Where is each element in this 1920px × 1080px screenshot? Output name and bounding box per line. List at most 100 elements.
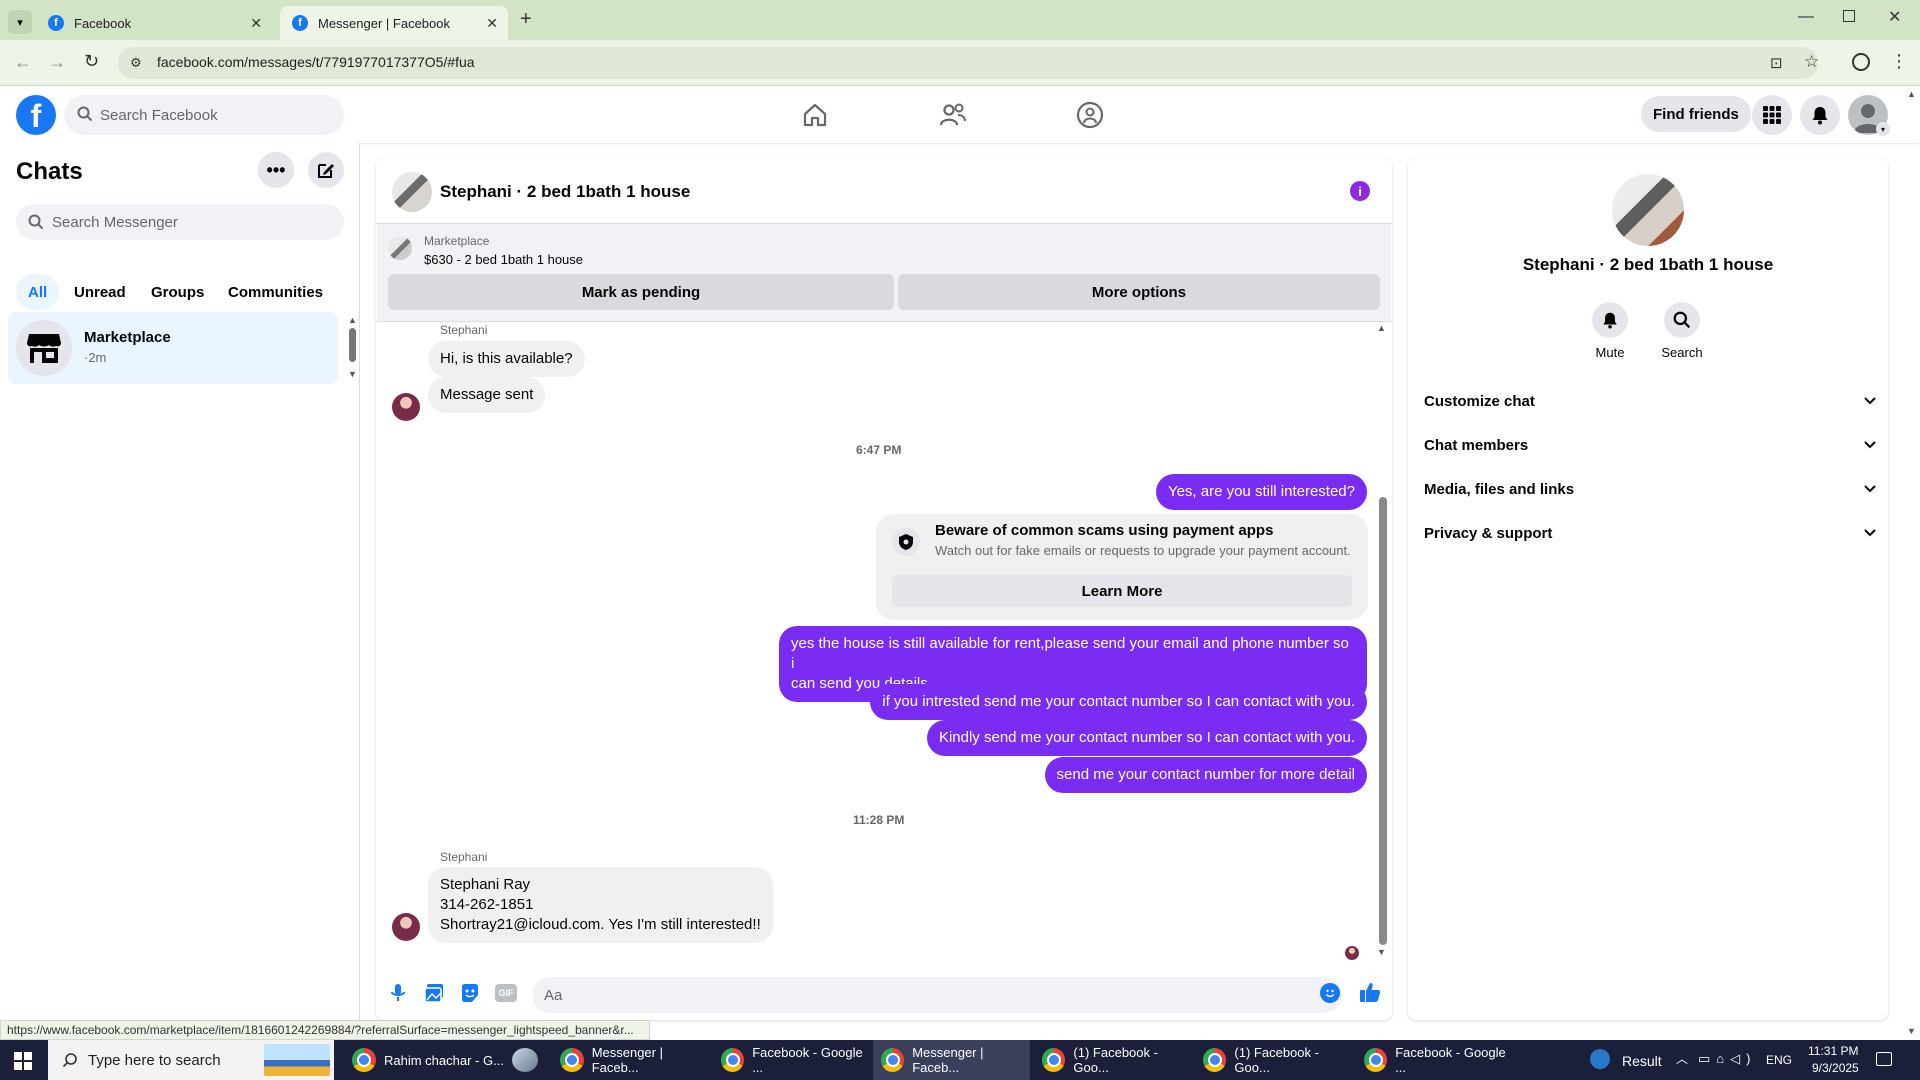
taskbar-item[interactable]: (1) Facebook - Goo...: [1034, 1040, 1194, 1080]
chevron-down-icon: [1864, 485, 1876, 493]
chevron-down-icon: [1864, 529, 1876, 537]
tray-icons[interactable]: ▭⌂◁): [1698, 1051, 1756, 1067]
conversation-name: Marketplace: [84, 329, 171, 346]
find-friends-button[interactable]: Find friends: [1641, 96, 1751, 132]
url-text: facebook.com/messages/t/7791977017377O5/…: [157, 54, 475, 70]
banner-source: Marketplace: [424, 234, 490, 248]
chrome-icon: [1203, 1048, 1227, 1072]
clock-date[interactable]: 9/3/2025: [1812, 1061, 1859, 1075]
language-indicator[interactable]: ENG: [1766, 1053, 1792, 1067]
filter-communities[interactable]: Communities: [216, 274, 335, 310]
media-files-links-section[interactable]: Media, files and links: [1424, 471, 1876, 507]
close-tab-icon[interactable]: ✕: [486, 15, 498, 32]
chat-members-section[interactable]: Chat members: [1424, 427, 1876, 463]
mark-as-pending-button[interactable]: Mark as pending: [388, 274, 894, 310]
chat-scrollbar-thumb[interactable]: [1379, 497, 1387, 945]
browser-menu-icon[interactable]: ⋮: [1890, 51, 1908, 72]
taskbar-item[interactable]: Facebook - Google ...: [1356, 1040, 1516, 1080]
like-thumbs-up-icon[interactable]: [1359, 981, 1381, 1003]
privacy-support-section[interactable]: Privacy & support: [1424, 515, 1876, 551]
more-options-button[interactable]: More options: [898, 274, 1380, 310]
facebook-search-input[interactable]: Search Facebook: [64, 95, 344, 135]
filter-groups[interactable]: Groups: [139, 274, 216, 310]
site-info-icon[interactable]: ⚙: [130, 55, 142, 71]
tray-chevron-icon[interactable]: ︿: [1676, 1050, 1688, 1067]
taskbar-item[interactable]: Facebook - Google ...: [713, 1040, 873, 1080]
city-skyline-icon: [264, 1044, 330, 1076]
message-bubble-outgoing[interactable]: Yes, are you still interested?: [1155, 474, 1367, 510]
sidebar-scroll-up-icon[interactable]: ▲: [348, 315, 357, 325]
menu-button[interactable]: [1752, 95, 1792, 135]
clock-time[interactable]: 11:31 PM: [1808, 1044, 1858, 1058]
conversation-info-icon[interactable]: i: [1350, 181, 1370, 201]
sidebar-scrollbar-thumb[interactable]: [349, 328, 356, 362]
notifications-button[interactable]: [1800, 95, 1840, 135]
page-scroll-up-icon[interactable]: ▲: [1907, 89, 1916, 99]
new-tab-button[interactable]: +: [520, 8, 532, 31]
messenger-search-input[interactable]: Search Messenger: [16, 204, 344, 240]
gif-icon[interactable]: GIF: [495, 984, 517, 1002]
chat-title[interactable]: Stephani · 2 bed 1bath 1 house: [440, 182, 690, 202]
taskbar-item[interactable]: (1) Facebook - Goo...: [1195, 1040, 1355, 1080]
emoji-icon[interactable]: [1320, 983, 1340, 1003]
new-message-button[interactable]: [308, 152, 344, 188]
back-button[interactable]: ←: [14, 52, 32, 73]
restore-window-button[interactable]: [1843, 10, 1855, 22]
mute-button[interactable]: [1592, 302, 1628, 338]
learn-more-button[interactable]: Learn More: [892, 575, 1352, 607]
home-icon[interactable]: [802, 102, 828, 128]
reload-button[interactable]: ↻: [84, 51, 99, 72]
tab-facebook[interactable]: f Facebook ✕: [36, 6, 272, 40]
chat-scroll-up-icon[interactable]: ▲: [1377, 323, 1386, 333]
voice-clip-icon[interactable]: [388, 983, 408, 1003]
message-bubble-outgoing[interactable]: send me your contact number for more det…: [1044, 757, 1367, 793]
tab-messenger[interactable]: f Messenger | Facebook ✕: [280, 6, 508, 40]
section-label: Privacy & support: [1424, 524, 1553, 542]
message-input[interactable]: Aa: [532, 977, 1342, 1013]
install-app-icon[interactable]: ⊡: [1770, 54, 1783, 72]
bookmark-star-icon[interactable]: ☆: [1804, 52, 1819, 72]
section-label: Media, files and links: [1424, 480, 1575, 498]
search-conversation-button[interactable]: [1664, 302, 1700, 338]
link-status-bar: https://www.facebook.com/marketplace/ite…: [0, 1020, 650, 1040]
friends-icon[interactable]: [939, 102, 967, 128]
result-widget-label[interactable]: Result: [1622, 1053, 1662, 1069]
customize-chat-section[interactable]: Customize chat: [1424, 383, 1876, 419]
cricket-result-icon[interactable]: [1590, 1049, 1610, 1069]
message-bubble-outgoing[interactable]: Kindly send me your contact number so I …: [926, 720, 1367, 756]
message-bubble-incoming[interactable]: Message sent: [428, 377, 546, 413]
forward-button[interactable]: →: [48, 52, 66, 73]
search-placeholder: Search Facebook: [100, 106, 218, 124]
taskbar-item-label: (1) Facebook - Goo...: [1234, 1045, 1319, 1075]
account-chevron-icon[interactable]: ▾: [1876, 122, 1890, 136]
facebook-favicon-icon: f: [48, 15, 64, 31]
taskbar-item[interactable]: Messenger | Faceb...: [873, 1040, 1030, 1080]
filter-all[interactable]: All: [16, 274, 60, 310]
message-bubble-incoming[interactable]: Hi, is this available?: [428, 341, 585, 377]
groups-icon[interactable]: [1076, 101, 1104, 129]
sender-avatar: [392, 913, 420, 941]
compose-icon: [318, 164, 334, 178]
taskbar-item[interactable]: Rahim chachar - G...: [344, 1040, 504, 1080]
chat-scroll-down-icon[interactable]: ▼: [1377, 947, 1386, 957]
chat-avatar[interactable]: [392, 172, 432, 212]
sidebar-scroll-down-icon[interactable]: ▼: [348, 369, 357, 379]
sticker-icon[interactable]: [460, 983, 480, 1003]
filter-unread[interactable]: Unread: [62, 274, 138, 310]
facebook-logo-icon[interactable]: f: [16, 95, 56, 135]
minimize-window-button[interactable]: —: [1798, 8, 1814, 26]
close-tab-icon[interactable]: ✕: [250, 15, 262, 32]
tab-search-button[interactable]: ▾: [8, 10, 32, 34]
app-icon[interactable]: [512, 1048, 538, 1072]
close-window-button[interactable]: ✕: [1888, 7, 1901, 27]
chat-options-button[interactable]: •••: [258, 152, 294, 188]
page-scroll-down-icon[interactable]: ▼: [1907, 1026, 1916, 1036]
taskbar-item[interactable]: Messenger | Faceb...: [552, 1040, 712, 1080]
taskbar-search-box[interactable]: Type here to search: [48, 1040, 334, 1080]
profile-icon[interactable]: [1852, 53, 1870, 71]
message-bubble-incoming[interactable]: Stephani Ray 314-262-1851 Shortray21@icl…: [428, 867, 773, 943]
windows-start-icon[interactable]: [14, 1052, 32, 1070]
message-bubble-outgoing[interactable]: if you intrested send me your contact nu…: [870, 684, 1367, 720]
notification-center-icon[interactable]: [1876, 1052, 1892, 1066]
photo-attach-icon[interactable]: [424, 983, 444, 1003]
